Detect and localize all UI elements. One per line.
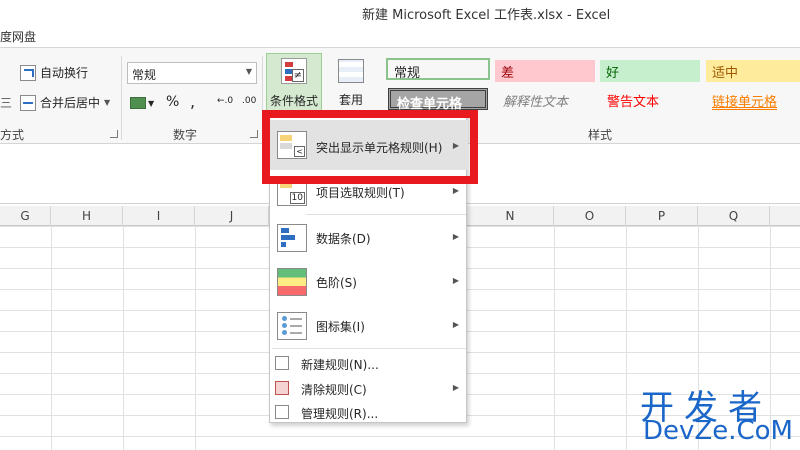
currency-format-button[interactable]: ▼ (130, 95, 154, 109)
color-scales-icon (277, 268, 307, 296)
column-header[interactable]: J (195, 206, 269, 226)
column-header[interactable]: O (554, 206, 626, 226)
column-header[interactable]: I (123, 206, 195, 226)
new-rule-icon (275, 356, 289, 370)
decrease-decimal-button[interactable]: .00 (242, 96, 256, 106)
column-header[interactable]: N (467, 206, 554, 226)
group-divider (121, 56, 122, 140)
eraser-icon (275, 381, 289, 395)
grid-line (51, 226, 52, 450)
style-cell-label: 差 (501, 66, 515, 81)
menu-item-label: 新建规则(N)... (301, 358, 379, 372)
merge-center-label: 合并后居中 (40, 96, 101, 110)
currency-icon (130, 96, 146, 109)
submenu-arrow-icon: ▶ (452, 232, 459, 241)
style-cell-warning[interactable]: 警告文本 (601, 89, 701, 111)
submenu-arrow-icon: ▶ (452, 186, 459, 195)
title-bar: 新建 Microsoft Excel 工作表.xlsx - Excel (0, 0, 800, 24)
indent-icon: 三 (0, 96, 13, 110)
column-header[interactable]: H (51, 206, 123, 226)
comma-style-button[interactable]: , (190, 92, 195, 111)
menu-item-label: 管理规则(R)... (301, 407, 379, 421)
menu-item-label: 色阶(S) (316, 276, 357, 290)
chevron-down-icon: ▼ (104, 98, 111, 107)
grid-line (554, 226, 555, 450)
conditional-formatting-button[interactable]: ≠ 条件格式 (266, 53, 322, 113)
merge-center-button[interactable]: 合并后居中 ▼ (20, 94, 110, 111)
menu-item-icon-sets[interactable]: 图标集(I) ▶ (270, 306, 468, 346)
menu-item-color-scales[interactable]: 色阶(S) ▶ (270, 262, 468, 302)
data-bars-icon (277, 224, 307, 252)
style-cell-label: 好 (606, 66, 620, 81)
menu-divider (306, 214, 466, 215)
column-header[interactable]: G (0, 206, 51, 226)
alignment-dialog-launcher[interactable] (110, 130, 118, 138)
style-cell-explanatory[interactable]: 解释性文本 (497, 89, 597, 111)
ribbon-tab-strip: 度网盘 (0, 24, 800, 48)
style-cell-label: 适中 (712, 66, 739, 81)
wrap-text-button[interactable]: 自动换行 (20, 64, 88, 81)
styles-group-label: 样式 (588, 128, 613, 142)
column-header[interactable]: Q (698, 206, 770, 226)
menu-item-manage-rules[interactable]: 管理规则(R)... (270, 400, 468, 424)
menu-item-new-rule[interactable]: 新建规则(N)... (270, 351, 468, 375)
merge-center-icon (20, 94, 36, 111)
style-cell-label: 常规 (394, 66, 421, 81)
alignment-group-label: 方式 (0, 128, 25, 142)
tab-baidu-netdisk[interactable]: 度网盘 (0, 28, 36, 45)
submenu-arrow-icon: ▶ (452, 320, 459, 329)
wrap-text-icon (20, 64, 36, 81)
number-dialog-launcher[interactable] (250, 130, 258, 138)
number-format-select[interactable]: 常规 ▼ (127, 62, 257, 84)
chevron-down-icon: ▼ (148, 99, 155, 108)
number-format-value: 常规 (132, 68, 157, 82)
manage-rules-icon (275, 405, 289, 419)
style-cell-label: 链接单元格 (712, 95, 778, 110)
menu-item-clear-rules[interactable]: 清除规则(C) ▶ (270, 376, 468, 400)
style-cell-bad[interactable]: 差 (495, 60, 595, 82)
percent-style-button[interactable]: % (166, 94, 179, 110)
style-cell-label: 解释性文本 (503, 95, 569, 110)
conditional-formatting-label: 条件格式 (270, 94, 319, 108)
style-cell-label: 警告文本 (607, 95, 660, 110)
grid-line (195, 226, 196, 450)
watermark-en: DevZe.CoM (643, 416, 793, 446)
annotation-highlight-box (262, 110, 478, 184)
grid-line (626, 226, 627, 450)
indent-button[interactable]: 三 (0, 94, 12, 111)
conditional-formatting-icon: ≠ (281, 58, 307, 84)
grid-line (123, 226, 124, 450)
wrap-text-label: 自动换行 (40, 66, 89, 80)
column-header[interactable]: P (626, 206, 698, 226)
menu-divider (272, 348, 466, 349)
window-title: 新建 Microsoft Excel 工作表.xlsx - Excel (362, 8, 611, 23)
format-as-table-label: 套用 (339, 93, 364, 107)
menu-item-data-bars[interactable]: 数据条(D) ▶ (270, 218, 468, 258)
chevron-down-icon: ▼ (245, 67, 252, 76)
menu-item-label: 项目选取规则(T) (316, 186, 405, 200)
icon-sets-icon (277, 312, 307, 340)
style-cell-good[interactable]: 好 (600, 60, 700, 82)
increase-decimal-button[interactable]: ←.0 (217, 96, 233, 106)
style-cell-linked[interactable]: 链接单元格 (706, 89, 800, 111)
style-cell-check-cell[interactable]: 检查单元格 (388, 88, 488, 112)
number-group-label: 数字 (173, 128, 198, 142)
menu-item-label: 数据条(D) (316, 232, 371, 246)
style-cell-neutral[interactable]: 适中 (706, 60, 800, 82)
submenu-arrow-icon: ▶ (452, 383, 459, 392)
format-as-table-button[interactable]: 套用 (330, 53, 374, 113)
menu-item-label: 清除规则(C) (301, 383, 367, 397)
table-icon (338, 59, 364, 83)
menu-item-label: 图标集(I) (316, 320, 365, 334)
submenu-arrow-icon: ▶ (452, 276, 459, 285)
style-cell-normal[interactable]: 常规 (386, 58, 490, 81)
